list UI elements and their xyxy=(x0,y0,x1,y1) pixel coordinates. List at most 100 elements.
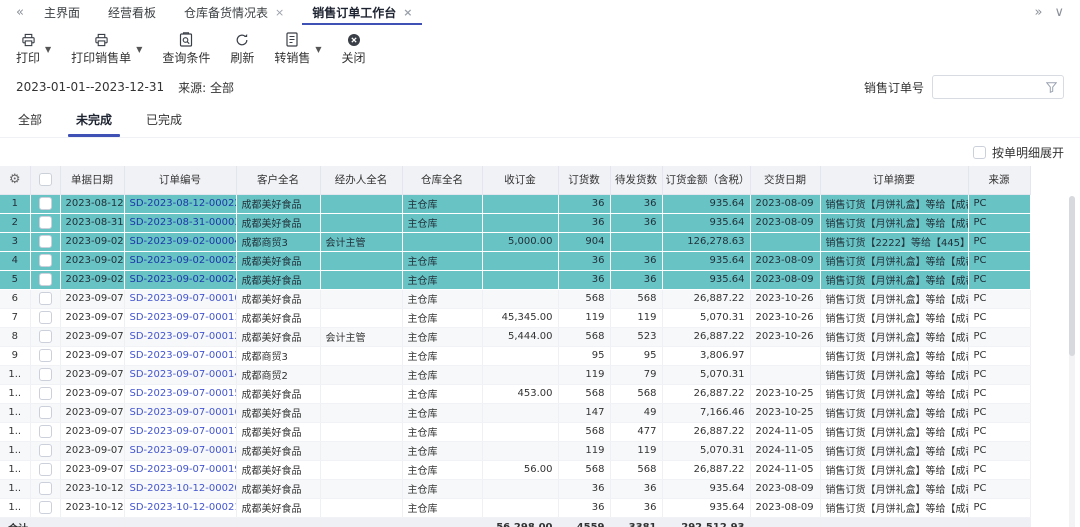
order-number-link[interactable]: SD-2023-09-07-00014 xyxy=(130,369,237,380)
column-settings-header[interactable]: ⚙ xyxy=(0,166,30,194)
order-number-link[interactable]: SD-2023-10-12-00021 xyxy=(130,502,237,513)
table-row[interactable]: 1..2023-10-12SD-2023-10-12-00021成都美好食品主仓… xyxy=(0,498,1030,517)
table-row[interactable]: 1..2023-09-07SD-2023-09-07-00016成都美好食品主仓… xyxy=(0,403,1030,422)
table-row[interactable]: 1..2023-09-07SD-2023-09-07-00018成都美好食品主仓… xyxy=(0,441,1030,460)
row-select-checkbox[interactable] xyxy=(39,235,52,248)
dropdown-caret-icon[interactable]: ▼ xyxy=(136,45,142,54)
tabs-collapse-icon[interactable]: « xyxy=(10,5,30,20)
row-select-checkbox[interactable] xyxy=(39,444,52,457)
order-number-link[interactable]: SD-2023-09-02-00004 xyxy=(130,236,237,247)
tab-main-screen[interactable]: 主界面 xyxy=(30,0,94,24)
column-header[interactable]: 客户全名 xyxy=(236,166,320,194)
order-number-link[interactable]: SD-2023-09-07-00016 xyxy=(130,407,237,418)
table-row[interactable]: 1..2023-10-12SD-2023-10-12-00020成都美好食品主仓… xyxy=(0,479,1030,498)
print-button[interactable]: 打印▼ xyxy=(16,32,51,66)
table-row[interactable]: 82023-09-07SD-2023-09-07-00012成都美好食品会计主管… xyxy=(0,327,1030,346)
status-tab-completed[interactable]: 已完成 xyxy=(144,109,184,137)
row-select-checkbox[interactable] xyxy=(39,463,52,476)
tab-close-icon[interactable]: × xyxy=(403,6,412,19)
refresh-button[interactable]: 刷新 xyxy=(230,32,254,66)
select-all-checkbox[interactable] xyxy=(39,173,52,186)
dropdown-caret-icon[interactable]: ▼ xyxy=(315,45,321,54)
cell-select xyxy=(30,460,60,479)
order-number-link[interactable]: SD-2023-09-07-00015 xyxy=(130,388,237,399)
order-number-link[interactable]: SD-2023-09-07-00013 xyxy=(130,350,237,361)
table-row[interactable]: 1..2023-09-07SD-2023-09-07-00017成都美好食品主仓… xyxy=(0,422,1030,441)
column-header[interactable]: 收订金 xyxy=(482,166,558,194)
row-select-checkbox[interactable] xyxy=(39,425,52,438)
row-select-checkbox[interactable] xyxy=(39,406,52,419)
column-header[interactable]: 订单摘要 xyxy=(820,166,968,194)
order-number-link[interactable]: SD-2023-09-02-00023 xyxy=(130,255,237,266)
row-select-checkbox[interactable] xyxy=(39,368,52,381)
column-header[interactable]: 交货日期 xyxy=(750,166,820,194)
table-row[interactable]: 12023-08-12SD-2023-08-12-00022成都美好食品主仓库3… xyxy=(0,194,1030,213)
sales-order-no-input[interactable] xyxy=(941,80,1043,94)
table-row[interactable]: 1..2023-09-07SD-2023-09-07-00014成都商贸2主仓库… xyxy=(0,365,1030,384)
query-conditions-button[interactable]: 查询条件 xyxy=(162,32,210,66)
filter-funnel-icon[interactable] xyxy=(1046,82,1057,93)
gear-icon[interactable]: ⚙ xyxy=(9,172,21,187)
order-number-link[interactable]: SD-2023-09-07-00017 xyxy=(130,426,237,437)
row-select-checkbox[interactable] xyxy=(39,254,52,267)
table-row[interactable]: 1..2023-09-07SD-2023-09-07-00019成都美好食品主仓… xyxy=(0,460,1030,479)
row-select-checkbox[interactable] xyxy=(39,292,52,305)
tab-close-icon[interactable]: × xyxy=(275,6,284,19)
table-row[interactable]: 32023-09-02SD-2023-09-02-00004成都商贸3会计主管5… xyxy=(0,232,1030,251)
total-amount: 292,512.93 xyxy=(662,517,750,527)
order-number-link[interactable]: SD-2023-09-07-00019 xyxy=(130,464,237,475)
row-select-checkbox[interactable] xyxy=(39,349,52,362)
row-select-checkbox[interactable] xyxy=(39,501,52,514)
table-row[interactable]: 22023-08-31SD-2023-08-31-00003成都美好食品主仓库3… xyxy=(0,213,1030,232)
order-number-link[interactable]: SD-2023-10-12-00020 xyxy=(130,483,237,494)
row-select-checkbox[interactable] xyxy=(39,311,52,324)
order-number-link[interactable]: SD-2023-09-07-00011 xyxy=(130,312,237,323)
cell-deposit xyxy=(482,194,558,213)
status-tab-incomplete[interactable]: 未完成 xyxy=(74,109,114,137)
column-header[interactable]: 订货数 xyxy=(558,166,610,194)
row-select-checkbox[interactable] xyxy=(39,330,52,343)
order-number-link[interactable]: SD-2023-08-12-00022 xyxy=(130,198,237,209)
order-number-link[interactable]: SD-2023-09-07-00012 xyxy=(130,331,237,342)
order-number-link[interactable]: SD-2023-09-07-00018 xyxy=(130,445,237,456)
cell-amount: 935.64 xyxy=(662,194,750,213)
row-select-checkbox[interactable] xyxy=(39,482,52,495)
column-header[interactable]: 订单编号 xyxy=(124,166,236,194)
table-row[interactable]: 52023-09-02SD-2023-09-02-00024成都美好食品主仓库3… xyxy=(0,270,1030,289)
vertical-scrollbar[interactable] xyxy=(1069,196,1075,527)
select-all-header[interactable] xyxy=(30,166,60,194)
close-button[interactable]: 关闭 xyxy=(342,32,366,66)
row-select-checkbox[interactable] xyxy=(39,197,52,210)
column-header[interactable]: 待发货数 xyxy=(610,166,662,194)
table-row[interactable]: 1..2023-09-07SD-2023-09-07-00015成都美好食品主仓… xyxy=(0,384,1030,403)
order-number-link[interactable]: SD-2023-09-02-00024 xyxy=(130,274,237,285)
print-sales-order-button[interactable]: 打印销售单▼ xyxy=(71,32,142,66)
status-tab-all[interactable]: 全部 xyxy=(16,109,44,137)
order-number-link[interactable]: SD-2023-09-07-00010 xyxy=(130,293,237,304)
tabs-dropdown-icon[interactable]: ∨ xyxy=(1048,5,1070,20)
cell-date: 2023-09-07 xyxy=(60,384,124,403)
row-select-checkbox[interactable] xyxy=(39,273,52,286)
cell-customer: 成都美好食品 xyxy=(236,384,320,403)
date-range-text: 2023-01-01--2023-12-31 xyxy=(16,80,164,94)
tabs-expand-icon[interactable]: » xyxy=(1029,5,1049,20)
convert-to-sales-button[interactable]: 转销售▼ xyxy=(274,32,321,66)
table-row[interactable]: 92023-09-07SD-2023-09-07-00013成都商贸3主仓库95… xyxy=(0,346,1030,365)
column-header[interactable]: 来源 xyxy=(968,166,1030,194)
table-row[interactable]: 62023-09-07SD-2023-09-07-00010成都美好食品主仓库5… xyxy=(0,289,1030,308)
column-header[interactable]: 仓库全名 xyxy=(402,166,482,194)
row-select-checkbox[interactable] xyxy=(39,216,52,229)
scrollbar-thumb[interactable] xyxy=(1069,196,1075,356)
column-header[interactable]: 订货金额（含税） xyxy=(662,166,750,194)
table-row[interactable]: 42023-09-02SD-2023-09-02-00023成都美好食品主仓库3… xyxy=(0,251,1030,270)
tab-business-dashboard[interactable]: 经营看板 xyxy=(94,0,170,24)
expand-checkbox[interactable] xyxy=(973,146,986,159)
row-select-checkbox[interactable] xyxy=(39,387,52,400)
column-header[interactable]: 经办人全名 xyxy=(320,166,402,194)
column-header[interactable]: 单据日期 xyxy=(60,166,124,194)
tab-sales-order-workbench[interactable]: 销售订单工作台× xyxy=(298,0,426,24)
dropdown-caret-icon[interactable]: ▼ xyxy=(45,45,51,54)
table-row[interactable]: 72023-09-07SD-2023-09-07-00011成都美好食品主仓库4… xyxy=(0,308,1030,327)
order-number-link[interactable]: SD-2023-08-31-00003 xyxy=(130,217,237,228)
tab-warehouse-stock-report[interactable]: 仓库备货情况表× xyxy=(170,0,298,24)
